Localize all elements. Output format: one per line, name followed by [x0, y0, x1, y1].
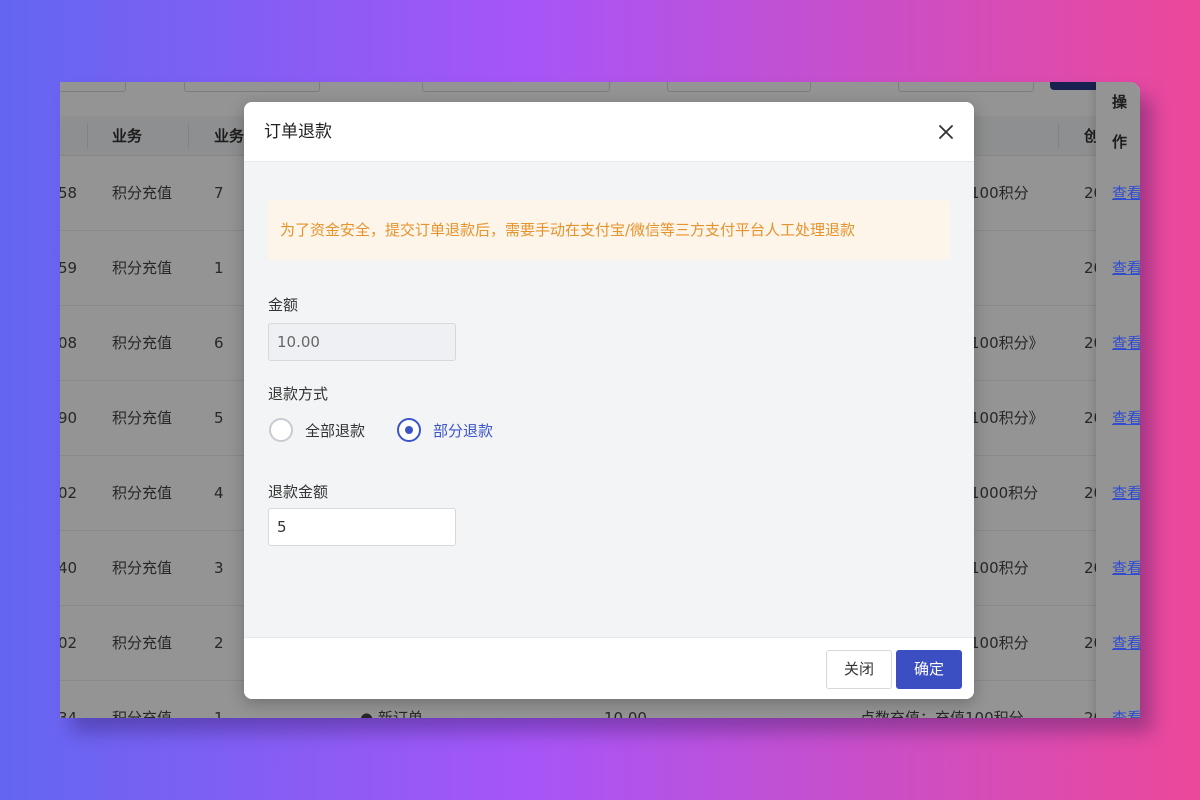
amount-field: 10.00 [268, 323, 456, 361]
confirm-button[interactable]: 确定 [896, 650, 962, 689]
view-link[interactable]: 查看 [1112, 456, 1140, 531]
dialog-footer: 关闭 确定 [244, 637, 974, 699]
view-link[interactable]: 查看 [1112, 531, 1140, 606]
refund-amount-label: 退款金额 [268, 483, 329, 501]
radio-circle[interactable] [269, 418, 293, 442]
radio-circle-checked[interactable] [397, 418, 421, 442]
refund-method-label: 退款方式 [268, 385, 329, 403]
refund-dialog: 订单退款 为了资金安全，提交订单退款后，需要手动在支付宝/微信等三方支付平台人工… [244, 102, 974, 699]
alert-text: 为了资金安全，提交订单退款后，需要手动在支付宝/微信等三方支付平台人工处理退款 [280, 221, 856, 239]
dialog-title: 订单退款 [264, 122, 332, 142]
refund-amount-input[interactable]: 5 [268, 508, 456, 546]
dialog-header: 订单退款 [244, 102, 974, 162]
close-button[interactable]: 关闭 [826, 650, 892, 689]
warning-alert: 为了资金安全，提交订单退款后，需要手动在支付宝/微信等三方支付平台人工处理退款 [268, 200, 950, 260]
view-link[interactable]: 查看 [1112, 606, 1140, 681]
radio-partial-refund-label: 部分退款 [433, 421, 494, 440]
radio-full-refund-label: 全部退款 [305, 421, 366, 440]
radio-full-refund[interactable]: 全部退款 [269, 416, 365, 444]
view-link[interactable]: 查看 [1112, 156, 1140, 231]
amount-label: 金额 [268, 296, 299, 314]
radio-partial-refund[interactable]: 部分退款 [397, 416, 493, 444]
close-icon[interactable] [936, 122, 956, 142]
view-link[interactable]: 查看 [1112, 681, 1140, 718]
view-link[interactable]: 查看 [1112, 381, 1140, 456]
view-link[interactable]: 查看 [1112, 231, 1140, 306]
view-link[interactable]: 查看 [1112, 306, 1140, 381]
